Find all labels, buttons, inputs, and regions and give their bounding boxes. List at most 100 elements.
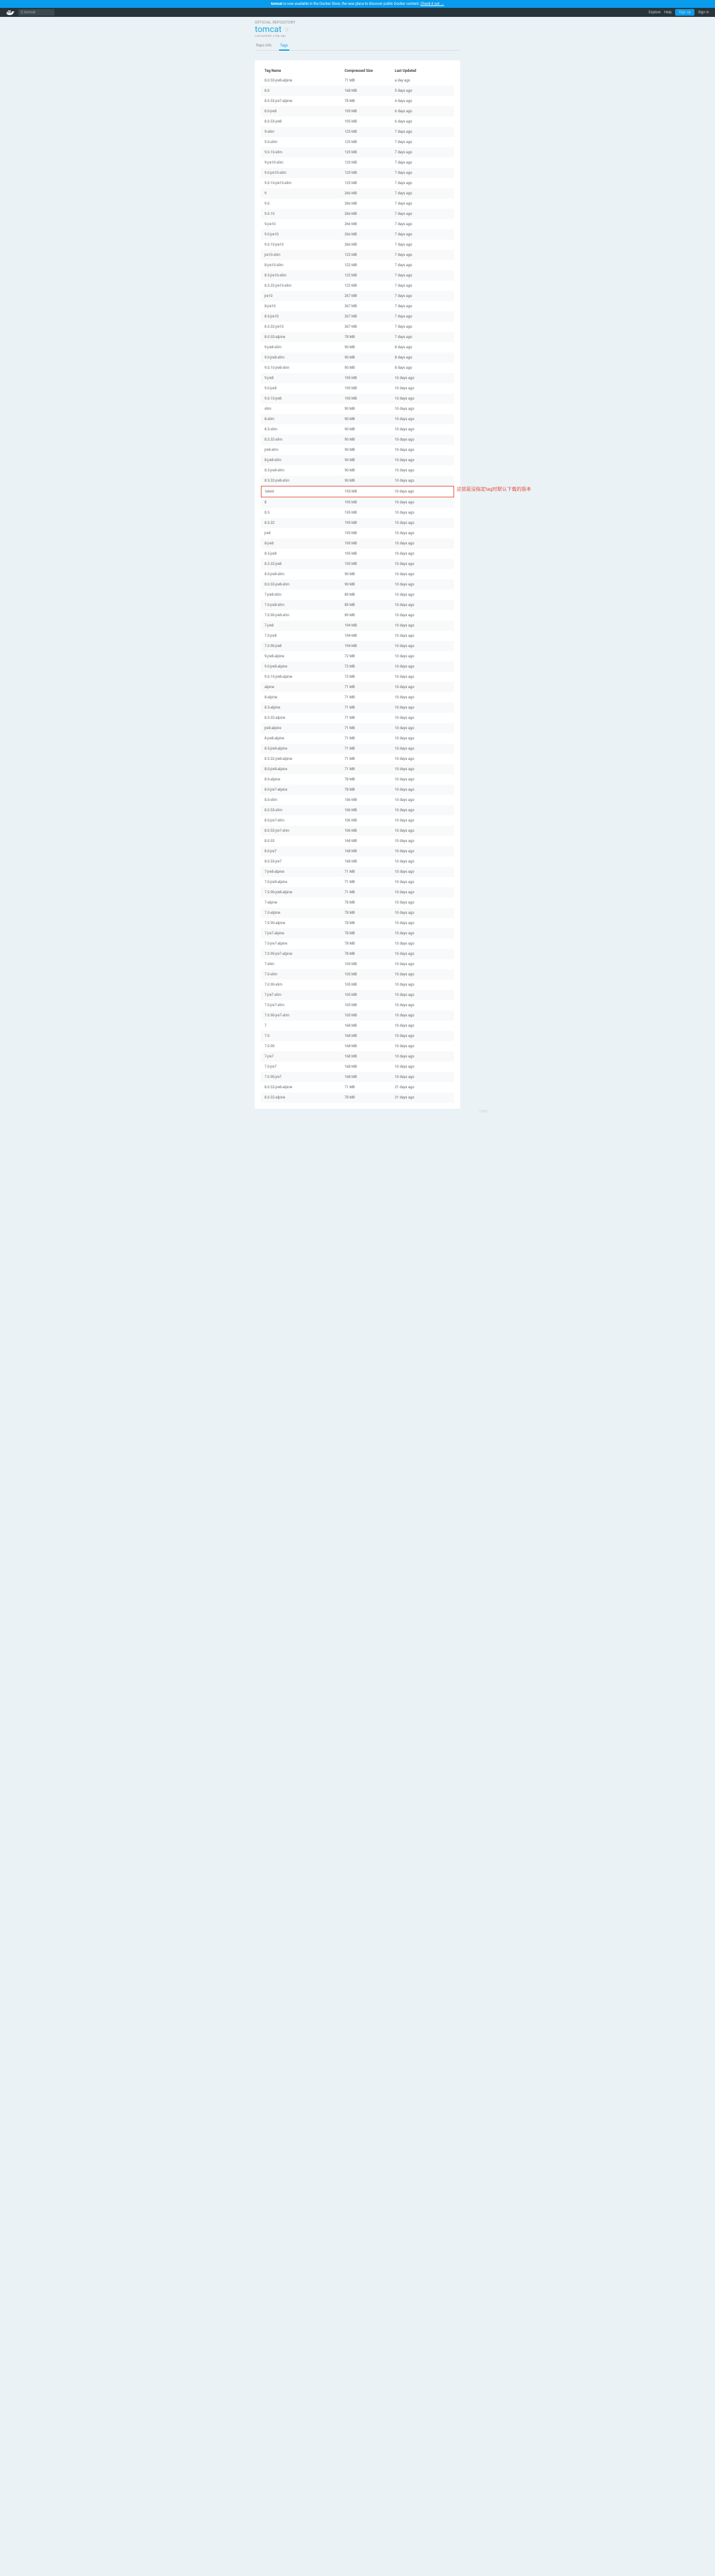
- table-row[interactable]: 9.0-jre8195 MB10 days ago: [261, 383, 454, 394]
- table-row[interactable]: 8.5195 MB10 days ago: [261, 508, 454, 518]
- table-row[interactable]: 9-jre8-alpine72 MB10 days ago: [261, 651, 454, 662]
- table-row[interactable]: 9.0-jre10-slim123 MB7 days ago: [261, 168, 454, 178]
- table-row[interactable]: 7.0.90168 MB10 days ago: [261, 1041, 454, 1051]
- table-row[interactable]: 7.0-jre7-alpine78 MB10 days ago: [261, 939, 454, 949]
- table-row[interactable]: 8.0-alpine78 MB10 days ago: [261, 774, 454, 785]
- table-row[interactable]: 7.0.90-jre7-alpine78 MB10 days ago: [261, 949, 454, 959]
- table-row[interactable]: 7.0.90-jre8194 MB10 days ago: [261, 641, 454, 651]
- table-row[interactable]: 8.5-jre8-alpine71 MB10 days ago: [261, 744, 454, 754]
- table-row[interactable]: 8-jre8195 MB10 days ago: [261, 538, 454, 549]
- table-row[interactable]: 8.0.53-jre8195 MB6 days ago: [261, 116, 454, 127]
- table-row[interactable]: 9.0.10-jre8-alpine72 MB10 days ago: [261, 672, 454, 682]
- table-row[interactable]: 7-jre7168 MB10 days ago: [261, 1051, 454, 1062]
- table-row[interactable]: 8.5-jre10-slim122 MB7 days ago: [261, 270, 454, 281]
- table-row[interactable]: 7.0-jre8-slim89 MB10 days ago: [261, 600, 454, 610]
- table-row[interactable]: 8.5-jre10267 MB7 days ago: [261, 311, 454, 322]
- table-row[interactable]: 9.0.10-slim123 MB7 days ago: [261, 147, 454, 158]
- table-row[interactable]: 8.5.32-jre8-slim90 MB10 days ago: [261, 476, 454, 486]
- table-row[interactable]: 9.0.10-jre8-slim90 MB8 days ago: [261, 363, 454, 373]
- table-row[interactable]: 8195 MB10 days ago: [261, 497, 454, 508]
- table-row[interactable]: 7.0168 MB10 days ago: [261, 1031, 454, 1041]
- table-row[interactable]: jre8-slim90 MB10 days ago: [261, 445, 454, 455]
- table-row[interactable]: 8.0-jre8-slim90 MB10 days ago: [261, 569, 454, 579]
- table-row[interactable]: jre10267 MB7 days ago: [261, 291, 454, 301]
- table-row[interactable]: 7-jre7-alpine78 MB10 days ago: [261, 928, 454, 939]
- table-row[interactable]: 8-slim90 MB10 days ago: [261, 414, 454, 424]
- table-row[interactable]: 8.0.53-jre8-alpine71 MBa day ago: [261, 75, 454, 86]
- table-row[interactable]: 8.5.32-jre10267 MB7 days ago: [261, 322, 454, 332]
- table-row[interactable]: 8.0.53-jre8-slim90 MB10 days ago: [261, 579, 454, 590]
- table-row[interactable]: latest195 MB10 days ago: [261, 486, 454, 497]
- table-row[interactable]: 8.5-slim90 MB10 days ago: [261, 424, 454, 435]
- table-row[interactable]: 9.0-slim123 MB7 days ago: [261, 137, 454, 147]
- table-row[interactable]: 9.0.10266 MB7 days ago: [261, 209, 454, 219]
- table-row[interactable]: 7-alpine78 MB10 days ago: [261, 897, 454, 908]
- table-row[interactable]: 7168 MB10 days ago: [261, 1021, 454, 1031]
- table-row[interactable]: 9.0-jre10266 MB7 days ago: [261, 229, 454, 240]
- table-row[interactable]: 8.0.52-jre8-alpine71 MB21 days ago: [261, 1082, 454, 1092]
- table-row[interactable]: 8.0168 MB5 days ago: [261, 86, 454, 96]
- table-row[interactable]: 9.0.10-jre8195 MB10 days ago: [261, 394, 454, 404]
- table-row[interactable]: 7.0-slim105 MB10 days ago: [261, 969, 454, 980]
- nav-signin[interactable]: Sign in: [698, 10, 709, 14]
- tab-repo-info[interactable]: Repo Info: [255, 42, 273, 50]
- search-input[interactable]: [18, 9, 54, 16]
- table-row[interactable]: 7-jre7-slim105 MB10 days ago: [261, 990, 454, 1000]
- nav-help[interactable]: Help: [664, 10, 672, 14]
- table-row[interactable]: 8-jre8-slim90 MB10 days ago: [261, 455, 454, 465]
- table-row[interactable]: 9-slim123 MB7 days ago: [261, 127, 454, 137]
- table-row[interactable]: 7.0.90-jre7-slim105 MB10 days ago: [261, 1010, 454, 1021]
- table-row[interactable]: 8.0.53-alpine78 MB7 days ago: [261, 332, 454, 342]
- table-row[interactable]: 7-jre8194 MB10 days ago: [261, 620, 454, 631]
- table-row[interactable]: 8.0-jre8-alpine71 MB10 days ago: [261, 764, 454, 774]
- table-row[interactable]: 7.0.90-alpine78 MB10 days ago: [261, 918, 454, 928]
- table-row[interactable]: 7.0.90-jre7168 MB10 days ago: [261, 1072, 454, 1082]
- table-row[interactable]: 8.0.53-jre7168 MB10 days ago: [261, 856, 454, 867]
- table-row[interactable]: 8.0.52-alpine78 MB21 days ago: [261, 1092, 454, 1103]
- table-row[interactable]: 8.5.32-slim90 MB10 days ago: [261, 435, 454, 445]
- table-row[interactable]: 8-jre10-slim122 MB7 days ago: [261, 260, 454, 270]
- table-row[interactable]: 8-alpine71 MB10 days ago: [261, 692, 454, 703]
- table-row[interactable]: 7-jre8-alpine71 MB10 days ago: [261, 867, 454, 877]
- table-row[interactable]: 9.0.10-jre10-slim123 MB7 days ago: [261, 178, 454, 188]
- nav-signup[interactable]: Sign up: [675, 9, 694, 16]
- table-row[interactable]: 8.5-alpine71 MB10 days ago: [261, 703, 454, 713]
- table-row[interactable]: 9266 MB7 days ago: [261, 188, 454, 199]
- nav-explore[interactable]: Explore: [649, 10, 661, 14]
- table-row[interactable]: 8.5.32-jre8195 MB10 days ago: [261, 559, 454, 569]
- table-row[interactable]: 7-jre8-slim89 MB10 days ago: [261, 590, 454, 600]
- table-row[interactable]: 7.0-jre8194 MB10 days ago: [261, 631, 454, 641]
- table-row[interactable]: 8.5.32195 MB10 days ago: [261, 518, 454, 528]
- table-row[interactable]: 8.0-jre8195 MB6 days ago: [261, 106, 454, 116]
- table-row[interactable]: slim90 MB10 days ago: [261, 404, 454, 414]
- table-row[interactable]: 8.5.32-jre10-slim122 MB7 days ago: [261, 281, 454, 291]
- table-row[interactable]: 9.0-jre8-alpine72 MB10 days ago: [261, 662, 454, 672]
- banner-link[interactable]: Check it out →: [420, 2, 444, 6]
- tab-tags[interactable]: Tags: [279, 42, 289, 51]
- table-row[interactable]: 8.5-jre8195 MB10 days ago: [261, 549, 454, 559]
- table-row[interactable]: 8-jre8-alpine71 MB10 days ago: [261, 733, 454, 744]
- table-row[interactable]: 7.0-jre8-alpine71 MB10 days ago: [261, 877, 454, 887]
- table-row[interactable]: 7.0-jre7-slim105 MB10 days ago: [261, 1000, 454, 1010]
- table-row[interactable]: 8.0.53-jre7-slim106 MB10 days ago: [261, 826, 454, 836]
- table-row[interactable]: 9-jre8-slim90 MB8 days ago: [261, 342, 454, 352]
- table-row[interactable]: 8.5-jre8-slim90 MB10 days ago: [261, 465, 454, 476]
- table-row[interactable]: jre10-slim122 MB7 days ago: [261, 250, 454, 260]
- table-row[interactable]: 7-slim105 MB10 days ago: [261, 959, 454, 969]
- table-row[interactable]: 8.0.53-slim106 MB10 days ago: [261, 805, 454, 815]
- table-row[interactable]: 8.0.53-jre7-alpine78 MB4 days ago: [261, 96, 454, 106]
- star-icon[interactable]: ☆: [284, 27, 289, 33]
- table-row[interactable]: 8.5.32-jre8-alpine71 MB10 days ago: [261, 754, 454, 764]
- table-row[interactable]: 7.0-jre7168 MB10 days ago: [261, 1062, 454, 1072]
- table-row[interactable]: jre8-alpine71 MB10 days ago: [261, 723, 454, 733]
- table-row[interactable]: 7.0.90-jre8-alpine71 MB10 days ago: [261, 887, 454, 897]
- table-row[interactable]: 9.0-jre8-slim90 MB8 days ago: [261, 352, 454, 363]
- table-row[interactable]: 9.0266 MB7 days ago: [261, 199, 454, 209]
- table-row[interactable]: 7.0.90-jre8-slim89 MB10 days ago: [261, 610, 454, 620]
- table-row[interactable]: 7.0.90-slim105 MB10 days ago: [261, 980, 454, 990]
- table-row[interactable]: jre8195 MB10 days ago: [261, 528, 454, 538]
- table-row[interactable]: 8.0-jre7-alpine78 MB10 days ago: [261, 785, 454, 795]
- table-row[interactable]: 8.0.53168 MB10 days ago: [261, 836, 454, 846]
- table-row[interactable]: 9-jre10266 MB7 days ago: [261, 219, 454, 229]
- docker-logo-icon[interactable]: [6, 10, 14, 16]
